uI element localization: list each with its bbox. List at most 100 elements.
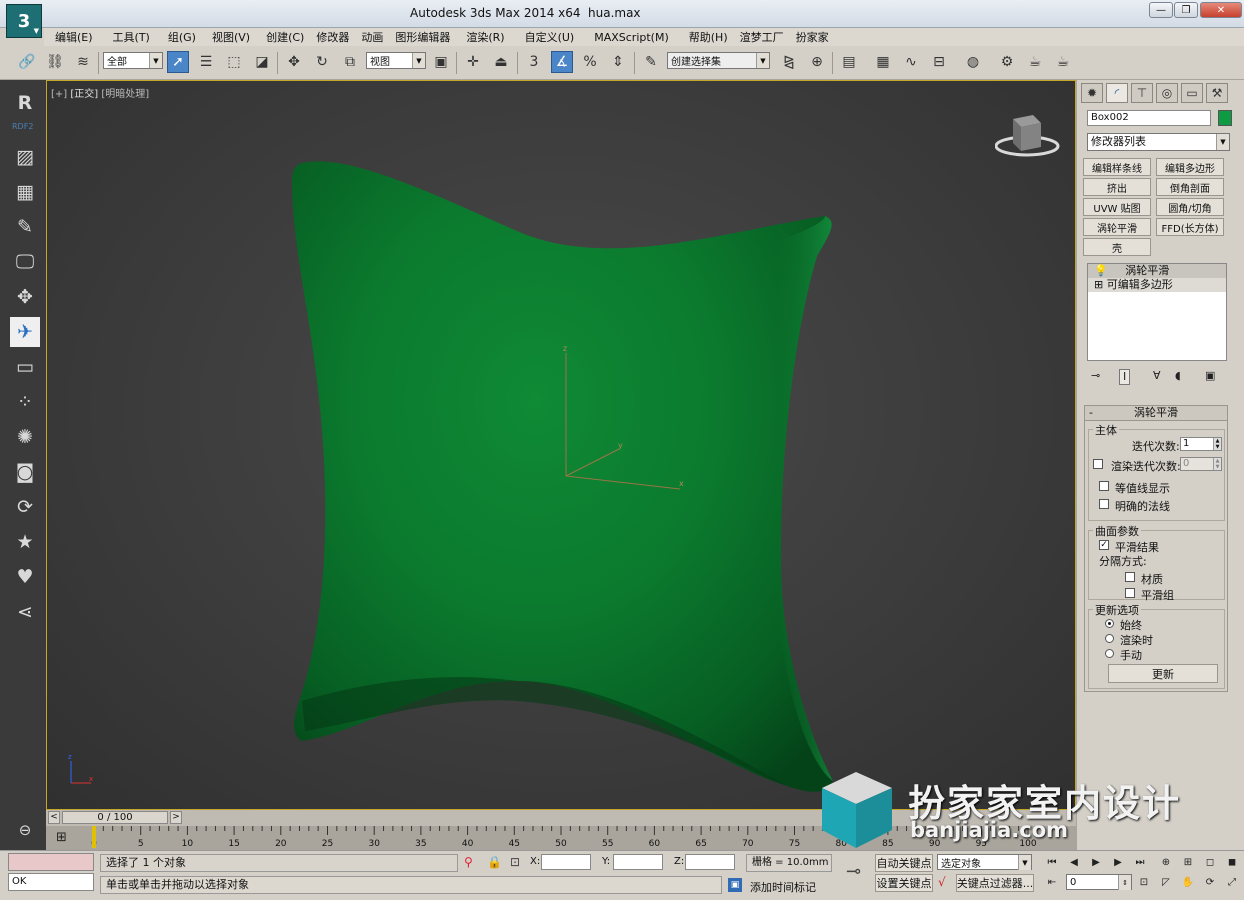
- modifier-ffd-box-button[interactable]: FFD(长方体): [1156, 218, 1224, 236]
- separate-smoothing-checkbox[interactable]: [1125, 588, 1135, 598]
- unlink-icon[interactable]: ⛓: [44, 51, 66, 73]
- rdf-logo-icon[interactable]: R: [10, 88, 40, 118]
- menu-maxscript[interactable]: MAXScript(M): [588, 31, 675, 44]
- separate-material-checkbox[interactable]: [1125, 572, 1135, 582]
- select-by-name-icon[interactable]: ☰: [195, 51, 217, 73]
- image-icon[interactable]: ▨: [10, 142, 40, 172]
- key-filter-curve-icon[interactable]: √: [938, 875, 946, 889]
- render-iterations-checkbox[interactable]: [1093, 459, 1103, 469]
- next-frame-button[interactable]: >: [170, 811, 182, 824]
- menu-rendering[interactable]: 渲染(R): [460, 29, 510, 45]
- modifier-edit-poly-button[interactable]: 编辑多边形: [1156, 158, 1224, 176]
- airplane-icon[interactable]: ✈: [10, 317, 40, 347]
- restore-button[interactable]: ❐: [1174, 2, 1198, 18]
- select-link-icon[interactable]: 🔗: [16, 51, 38, 73]
- previous-frame-icon[interactable]: ◀: [1066, 854, 1082, 870]
- zoom-all-icon[interactable]: ⊞: [1180, 854, 1196, 870]
- go-to-start-icon[interactable]: ⏮: [1044, 854, 1060, 870]
- current-frame-marker[interactable]: [92, 826, 96, 848]
- selection-filter-dropdown[interactable]: 全部 ▼: [103, 52, 163, 69]
- angle-snap-icon[interactable]: ∡: [551, 51, 573, 73]
- maxscript-result-field[interactable]: OK: [8, 873, 94, 891]
- star-icon[interactable]: ★: [10, 527, 40, 557]
- modify-tab-icon[interactable]: ◜: [1106, 83, 1128, 103]
- maximize-viewport-icon[interactable]: ⤢: [1224, 874, 1240, 890]
- move-icon[interactable]: ✥: [283, 51, 305, 73]
- update-always-radio[interactable]: [1105, 619, 1114, 628]
- menu-views[interactable]: 视图(V): [206, 29, 256, 45]
- configure-sets-icon[interactable]: ▣: [1205, 369, 1215, 385]
- rollout-header[interactable]: - 涡轮平滑: [1085, 406, 1227, 421]
- monitor-icon[interactable]: 🖵: [10, 247, 40, 277]
- rotate-icon[interactable]: ↻: [311, 51, 333, 73]
- render-production-icon[interactable]: ☕: [1052, 51, 1074, 73]
- create-tab-icon[interactable]: ✹: [1081, 83, 1103, 103]
- render-frame-icon[interactable]: ☕: [1024, 51, 1046, 73]
- keyboard-shortcut-override-icon[interactable]: ⏏: [490, 51, 512, 73]
- key-mode-dropdown[interactable]: 选定对象 ▼: [937, 854, 1032, 870]
- curve-editor-icon[interactable]: ∿: [900, 51, 922, 73]
- y-coord-input[interactable]: [613, 854, 663, 870]
- scale-icon[interactable]: ⧉: [339, 51, 361, 73]
- modifier-bevel-profile-button[interactable]: 倒角剖面: [1156, 178, 1224, 196]
- named-selection-dropdown[interactable]: 创建选择集 ▼: [667, 52, 770, 69]
- spinner-arrows-icon[interactable]: ▲ ▼: [1213, 438, 1221, 450]
- time-slider-thumb[interactable]: 0 / 100: [62, 811, 168, 824]
- maxscript-listener-input[interactable]: [8, 853, 94, 871]
- mirror-icon[interactable]: ⧎: [778, 51, 800, 73]
- snap-toggle-icon[interactable]: 3: [523, 51, 545, 73]
- auto-key-button[interactable]: 自动关键点: [875, 854, 933, 872]
- render-iterations-spinner[interactable]: 0 ▲ ▼: [1180, 457, 1222, 471]
- heart-icon[interactable]: ♥: [10, 562, 40, 592]
- apps-icon[interactable]: ⁘: [10, 387, 40, 417]
- modifier-edit-spline-button[interactable]: 编辑样条线: [1083, 158, 1151, 176]
- prev-frame-button[interactable]: <: [48, 811, 60, 824]
- move-arrows-icon[interactable]: ✥: [10, 282, 40, 312]
- edit-named-selection-icon[interactable]: ✎: [640, 51, 662, 73]
- show-end-result-icon[interactable]: I: [1119, 369, 1131, 385]
- isoline-display-checkbox[interactable]: [1099, 481, 1109, 491]
- motion-tab-icon[interactable]: ◎: [1156, 83, 1178, 103]
- bind-space-warp-icon[interactable]: ≋: [72, 51, 94, 73]
- iterations-spinner[interactable]: 1 ▲ ▼: [1180, 437, 1222, 451]
- camera-icon[interactable]: ◙: [10, 457, 40, 487]
- update-button[interactable]: 更新: [1108, 664, 1218, 683]
- menu-group[interactable]: 组(G): [162, 29, 202, 45]
- update-manual-radio[interactable]: [1105, 649, 1114, 658]
- collapse-minus-icon[interactable]: -: [1089, 406, 1093, 420]
- modifier-list-dropdown[interactable]: 修改器列表 ▼: [1087, 133, 1230, 151]
- stack-item-editable-poly[interactable]: ⊞ 可编辑多边形: [1088, 278, 1226, 292]
- align-icon[interactable]: ⊕: [806, 51, 828, 73]
- mini-curve-editor-icon[interactable]: ⊞: [56, 830, 67, 845]
- set-key-icon[interactable]: ⊸: [846, 861, 861, 882]
- menu-graph-editors[interactable]: 图形编辑器: [389, 29, 456, 45]
- select-manipulate-icon[interactable]: ✛: [462, 51, 484, 73]
- key-mode-toggle-icon[interactable]: ⇤: [1044, 874, 1060, 890]
- lightbulb-icon[interactable]: 💡: [1094, 264, 1108, 277]
- material-editor-icon[interactable]: ◍: [962, 51, 984, 73]
- z-coord-input[interactable]: [685, 854, 735, 870]
- layer-manager-icon[interactable]: ▤: [838, 51, 860, 73]
- window-crossing-icon[interactable]: ◪: [251, 51, 273, 73]
- time-config-icon[interactable]: ⊡: [1136, 874, 1152, 890]
- viewcube-icon[interactable]: [995, 111, 1065, 161]
- viewport[interactable]: [+] [正交] [明暗处理] x y z x z: [46, 80, 1076, 810]
- next-frame-icon[interactable]: ▶: [1110, 854, 1126, 870]
- menu-help[interactable]: 帮助(H): [683, 29, 734, 45]
- expand-plus-icon[interactable]: ⊞: [1094, 278, 1103, 291]
- time-tag-icon[interactable]: ▣: [728, 878, 742, 892]
- smooth-result-checkbox[interactable]: ✓: [1099, 540, 1109, 550]
- hierarchy-tab-icon[interactable]: ⊤: [1131, 83, 1153, 103]
- zoom-extents-all-icon[interactable]: ◼: [1224, 854, 1240, 870]
- remove-modifier-icon[interactable]: ◖: [1175, 369, 1181, 385]
- set-key-button[interactable]: 设置关键点: [875, 874, 933, 892]
- add-time-tag-label[interactable]: 添加时间标记: [750, 879, 816, 895]
- play-icon[interactable]: ▶: [1088, 854, 1104, 870]
- go-to-end-icon[interactable]: ⏭: [1132, 854, 1148, 870]
- stack-item-turbosmooth[interactable]: 💡 涡轮平滑: [1088, 264, 1226, 278]
- menu-banjiajia[interactable]: 扮家家: [790, 29, 835, 45]
- menu-xuanmeng[interactable]: 渲梦工厂: [734, 29, 790, 45]
- modifier-shell-button[interactable]: 壳: [1083, 238, 1151, 256]
- menu-customize[interactable]: 自定义(U): [519, 29, 581, 45]
- zoom-icon[interactable]: ⊕: [1158, 854, 1174, 870]
